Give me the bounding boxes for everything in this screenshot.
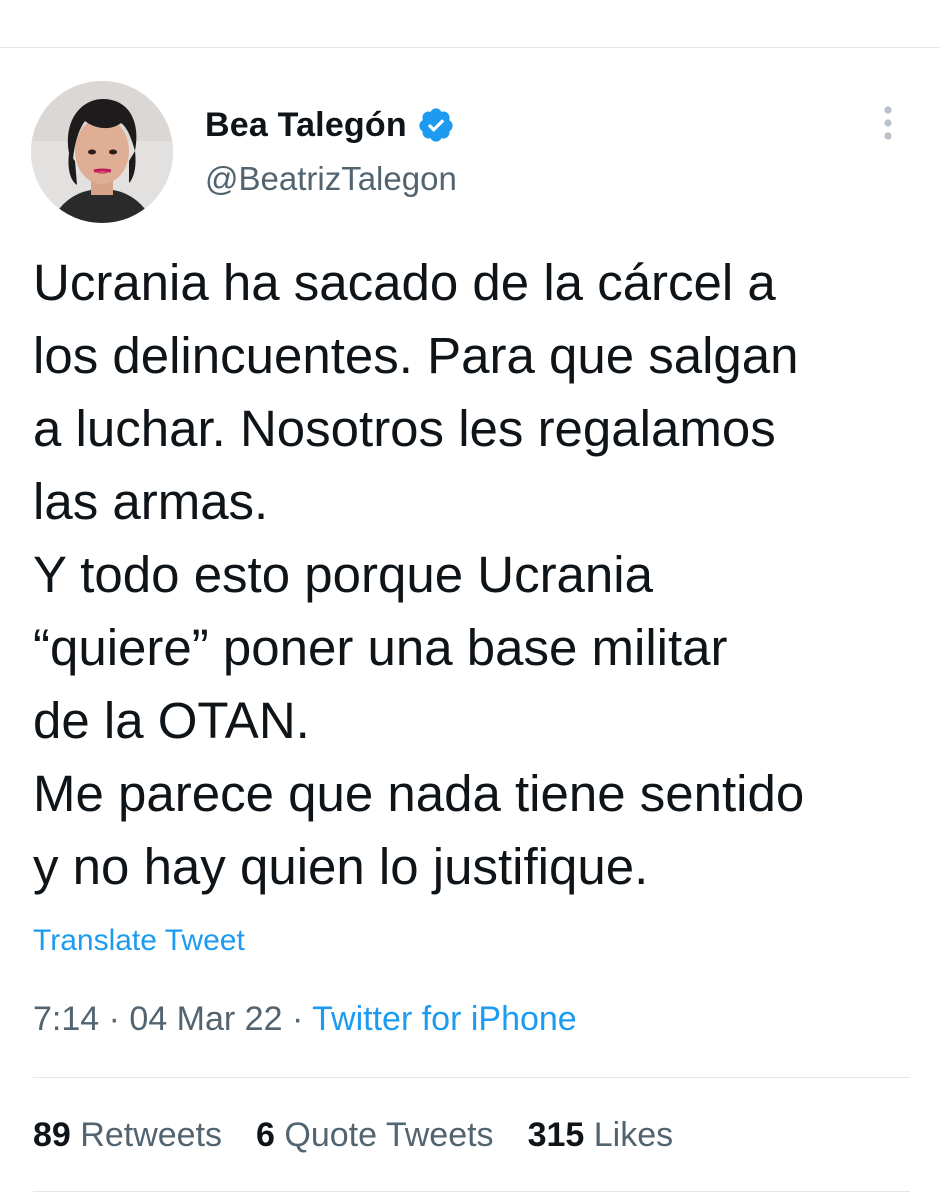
tweet-text-line: de la OTAN. — [33, 692, 310, 749]
tweet-text-line: Y todo esto porque Ucrania — [33, 546, 653, 603]
tweet-text-line: y no hay quien lo justifique. — [33, 838, 649, 895]
quote-tweets-label: Quote Tweets — [284, 1116, 494, 1154]
avatar-photo-icon — [31, 81, 173, 223]
meta-separator: · — [108, 1000, 120, 1038]
likes-count: 315 — [527, 1116, 585, 1154]
top-divider — [0, 47, 940, 48]
retweets-count: 89 — [33, 1116, 71, 1154]
tweet-text-line: Ucrania ha sacado de la cárcel a — [33, 254, 776, 311]
tweet-time[interactable]: 7:14 — [33, 1000, 99, 1038]
retweets-stat[interactable]: 89 Retweets — [33, 1116, 222, 1155]
retweets-label: Retweets — [80, 1116, 223, 1154]
tweet-text-line: los delincuentes. Para que salgan — [33, 327, 799, 384]
tweet-text-line: “quiere” poner una base militar — [33, 619, 728, 676]
likes-label: Likes — [593, 1116, 674, 1154]
meta-separator: · — [291, 1000, 304, 1038]
tweet-text-line: a luchar. Nosotros les regalamos — [33, 400, 776, 457]
tweet-stats: 89 Retweets 6 Quote Tweets 315 Likes — [33, 1116, 673, 1155]
quote-tweets-count: 6 — [256, 1116, 275, 1154]
likes-stat[interactable]: 315 Likes — [528, 1116, 674, 1155]
verified-badge-icon — [419, 108, 453, 142]
author-display-name[interactable]: Bea Talegón — [205, 106, 407, 145]
tweet-date[interactable]: 04 Mar 22 — [129, 1000, 282, 1038]
stats-divider-bottom — [33, 1191, 910, 1192]
avatar[interactable] — [31, 81, 173, 223]
tweet-meta: 7:14 · 04 Mar 22 · Twitter for iPhone — [33, 1000, 577, 1039]
more-options-icon[interactable] — [872, 103, 904, 143]
tweet-source-link[interactable]: Twitter for iPhone — [312, 1000, 577, 1038]
stats-divider-top — [33, 1077, 910, 1078]
author-name-row[interactable]: Bea Talegón — [205, 103, 455, 147]
quote-tweets-stat[interactable]: 6 Quote Tweets — [256, 1116, 494, 1155]
tweet-text: Ucrania ha sacado de la cárcel a los del… — [33, 246, 923, 903]
author-handle[interactable]: @BeatrizTalegon — [205, 160, 457, 198]
tweet-text-line: las armas. — [33, 473, 269, 530]
tweet-text-line: Me parece que nada tiene sentido — [33, 765, 805, 822]
translate-tweet-link[interactable]: Translate Tweet — [33, 924, 245, 958]
